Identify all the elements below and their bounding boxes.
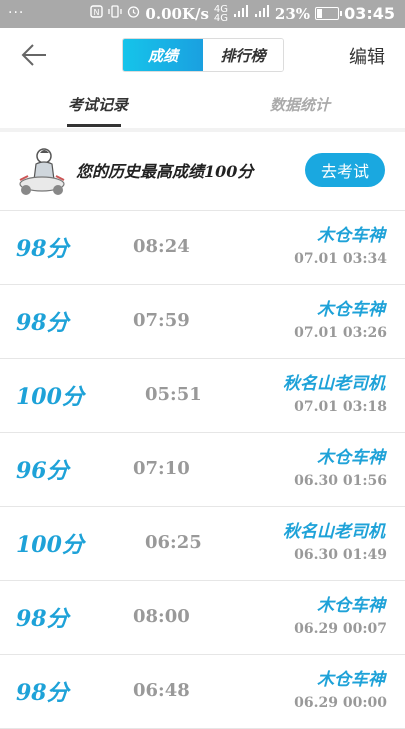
record-date: 06.29 00:00 (294, 695, 387, 711)
record-date: 07.01 03:18 (294, 399, 387, 415)
record-row[interactable]: 98分 08:00 木仓车神 06.29 00:07 (0, 581, 405, 655)
record-name: 木仓车神 (317, 670, 385, 690)
record-duration: 06:48 (133, 680, 190, 701)
record-row[interactable]: 100分 05:51 秋名山老司机 07.01 03:18 (0, 359, 405, 433)
record-row[interactable]: 100分 06:25 秋名山老司机 06.30 01:49 (0, 507, 405, 581)
record-date: 07.01 03:34 (294, 251, 387, 267)
record-date: 07.01 03:26 (294, 325, 387, 341)
battery-percent: 23% (274, 4, 311, 23)
status-time: 03:45 (344, 4, 395, 23)
svg-text:N: N (94, 8, 100, 17)
tab-underline (67, 124, 121, 127)
record-name: 木仓车神 (317, 300, 385, 320)
record-name: 秋名山老司机 (283, 522, 385, 542)
signal-icon (233, 5, 249, 22)
record-date: 06.29 00:07 (294, 621, 387, 637)
record-row[interactable]: 98分 07:59 木仓车神 07.01 03:26 (0, 285, 405, 359)
record-duration: 07:10 (133, 458, 190, 479)
record-row[interactable]: 98分 06:48 木仓车神 06.29 00:00 (0, 655, 405, 729)
record-duration: 07:59 (133, 310, 190, 331)
record-name: 秋名山老司机 (283, 374, 385, 394)
record-list: 98分 08:24 木仓车神 07.01 03:34 98分 07:59 木仓车… (0, 211, 405, 729)
vibrate-icon (108, 5, 123, 22)
sub-tabs: 考试记录 数据统计 (0, 82, 405, 129)
battery-icon (315, 7, 343, 20)
record-name: 木仓车神 (317, 226, 385, 246)
status-bar: ··· N 0.00K/s 4G 4G 23% 03:45 (0, 0, 405, 28)
best-score-banner: 您的历史最高成绩100分 去考试 (0, 132, 405, 211)
edit-button[interactable]: 编辑 (349, 43, 385, 69)
record-duration: 08:24 (133, 236, 190, 257)
network-type: 4G 4G (213, 3, 229, 24)
record-duration: 05:51 (145, 384, 202, 405)
record-score: 98分 (16, 236, 69, 262)
status-right: N 0.00K/s 4G 4G 23% 03:45 (90, 4, 395, 23)
signal-icon-2 (254, 5, 270, 22)
seg-tab-scores[interactable]: 成绩 (123, 39, 203, 71)
record-score: 98分 (16, 606, 69, 632)
segment-control: 成绩 排行榜 (122, 38, 284, 72)
tab-statistics[interactable]: 数据统计 (270, 94, 330, 115)
record-row[interactable]: 96分 07:10 木仓车神 06.30 01:56 (0, 433, 405, 507)
alarm-icon (127, 5, 140, 22)
driver-illustration (14, 144, 70, 200)
app-header: 成绩 排行榜 编辑 (0, 28, 405, 82)
record-date: 06.30 01:49 (294, 547, 387, 563)
record-row[interactable]: 98分 08:24 木仓车神 07.01 03:34 (0, 211, 405, 285)
seg-tab-leaderboard[interactable]: 排行榜 (203, 39, 283, 71)
status-dots: ··· (8, 5, 25, 21)
record-score: 100分 (16, 532, 84, 558)
record-score: 98分 (16, 680, 69, 706)
network-speed: 0.00K/s (145, 4, 209, 23)
nfc-icon: N (90, 5, 104, 22)
record-duration: 08:00 (133, 606, 190, 627)
record-name: 木仓车神 (317, 596, 385, 616)
back-arrow-icon[interactable] (20, 42, 48, 68)
tab-exam-records[interactable]: 考试记录 (68, 94, 128, 115)
record-name: 木仓车神 (317, 448, 385, 468)
record-score: 98分 (16, 310, 69, 336)
record-date: 06.30 01:56 (294, 473, 387, 489)
record-duration: 06:25 (145, 532, 202, 553)
take-exam-button[interactable]: 去考试 (305, 153, 385, 187)
record-score: 100分 (16, 384, 84, 410)
record-score: 96分 (16, 458, 69, 484)
best-score-text: 您的历史最高成绩100分 (76, 162, 254, 181)
